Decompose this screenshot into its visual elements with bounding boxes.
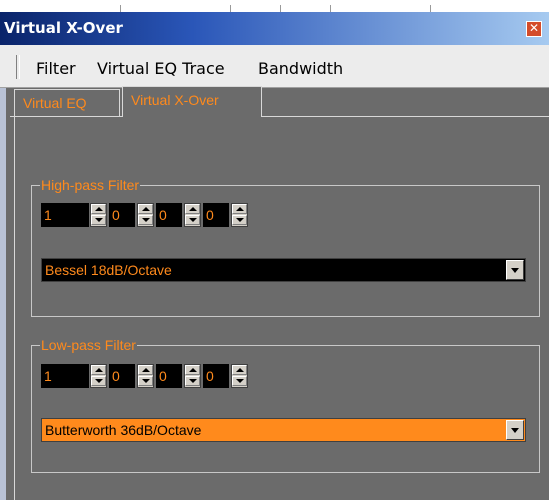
high-pass-filter-type-value: Bessel 18dB/Octave bbox=[45, 262, 172, 278]
strip-tick bbox=[230, 5, 231, 12]
low-pass-group bbox=[31, 345, 540, 473]
chevron-down-icon[interactable] bbox=[506, 420, 524, 440]
menu-grip bbox=[16, 55, 20, 79]
title-bar[interactable]: Virtual X-Over ✕ bbox=[0, 12, 549, 45]
high-pass-filter-type-select[interactable]: Bessel 18dB/Octave bbox=[41, 258, 526, 282]
low-pass-title: Low-pass Filter bbox=[40, 337, 137, 353]
high-pass-group bbox=[31, 185, 540, 317]
low-pass-filter-type-select[interactable]: Butterworth 36dB/Octave bbox=[41, 418, 526, 442]
tab-virtual-xover[interactable]: Virtual X-Over bbox=[122, 86, 262, 117]
menu-item-virtual-eq-trace[interactable]: Virtual EQ Trace bbox=[97, 59, 225, 78]
strip-tick bbox=[280, 5, 281, 12]
low-pass-spin-field-1[interactable]: 1 bbox=[41, 364, 89, 388]
low-pass-spin-field-3[interactable]: 0 bbox=[156, 364, 182, 388]
virtual-xover-window: Virtual X-Over ✕ Filter Virtual EQ Trace… bbox=[0, 0, 549, 500]
high-pass-title: High-pass Filter bbox=[40, 177, 141, 193]
strip-tick bbox=[430, 5, 431, 12]
high-pass-spin-field-2[interactable]: 0 bbox=[109, 203, 135, 227]
spin-arrows-icon[interactable] bbox=[137, 364, 154, 388]
menu-bar: Filter Virtual EQ Trace Bandwidth bbox=[0, 45, 549, 88]
spin-arrows-icon[interactable] bbox=[90, 364, 107, 388]
spin-arrows-icon[interactable] bbox=[231, 203, 248, 227]
high-pass-spin-field-3[interactable]: 0 bbox=[156, 203, 182, 227]
low-pass-spin-field-4[interactable]: 0 bbox=[203, 364, 229, 388]
spin-arrows-icon[interactable] bbox=[231, 364, 248, 388]
close-icon[interactable]: ✕ bbox=[526, 21, 542, 37]
spin-arrows-icon[interactable] bbox=[137, 203, 154, 227]
high-pass-spin-field-4[interactable]: 0 bbox=[203, 203, 229, 227]
strip-tick bbox=[330, 5, 331, 12]
spin-arrows-icon[interactable] bbox=[184, 364, 201, 388]
tab-virtual-eq[interactable]: Virtual EQ bbox=[14, 89, 120, 117]
window-title: Virtual X-Over bbox=[4, 19, 123, 37]
low-pass-spin-field-2[interactable]: 0 bbox=[109, 364, 135, 388]
strip-tick bbox=[120, 5, 121, 12]
spin-arrows-icon[interactable] bbox=[90, 203, 107, 227]
high-pass-spin-field-1[interactable]: 1 bbox=[41, 203, 89, 227]
low-pass-filter-type-value: Butterworth 36dB/Octave bbox=[45, 422, 202, 438]
menu-item-filter[interactable]: Filter bbox=[36, 59, 76, 78]
spin-arrows-icon[interactable] bbox=[184, 203, 201, 227]
menu-item-bandwidth[interactable]: Bandwidth bbox=[258, 59, 343, 78]
chevron-down-icon[interactable] bbox=[506, 260, 524, 280]
top-strip bbox=[0, 0, 549, 12]
